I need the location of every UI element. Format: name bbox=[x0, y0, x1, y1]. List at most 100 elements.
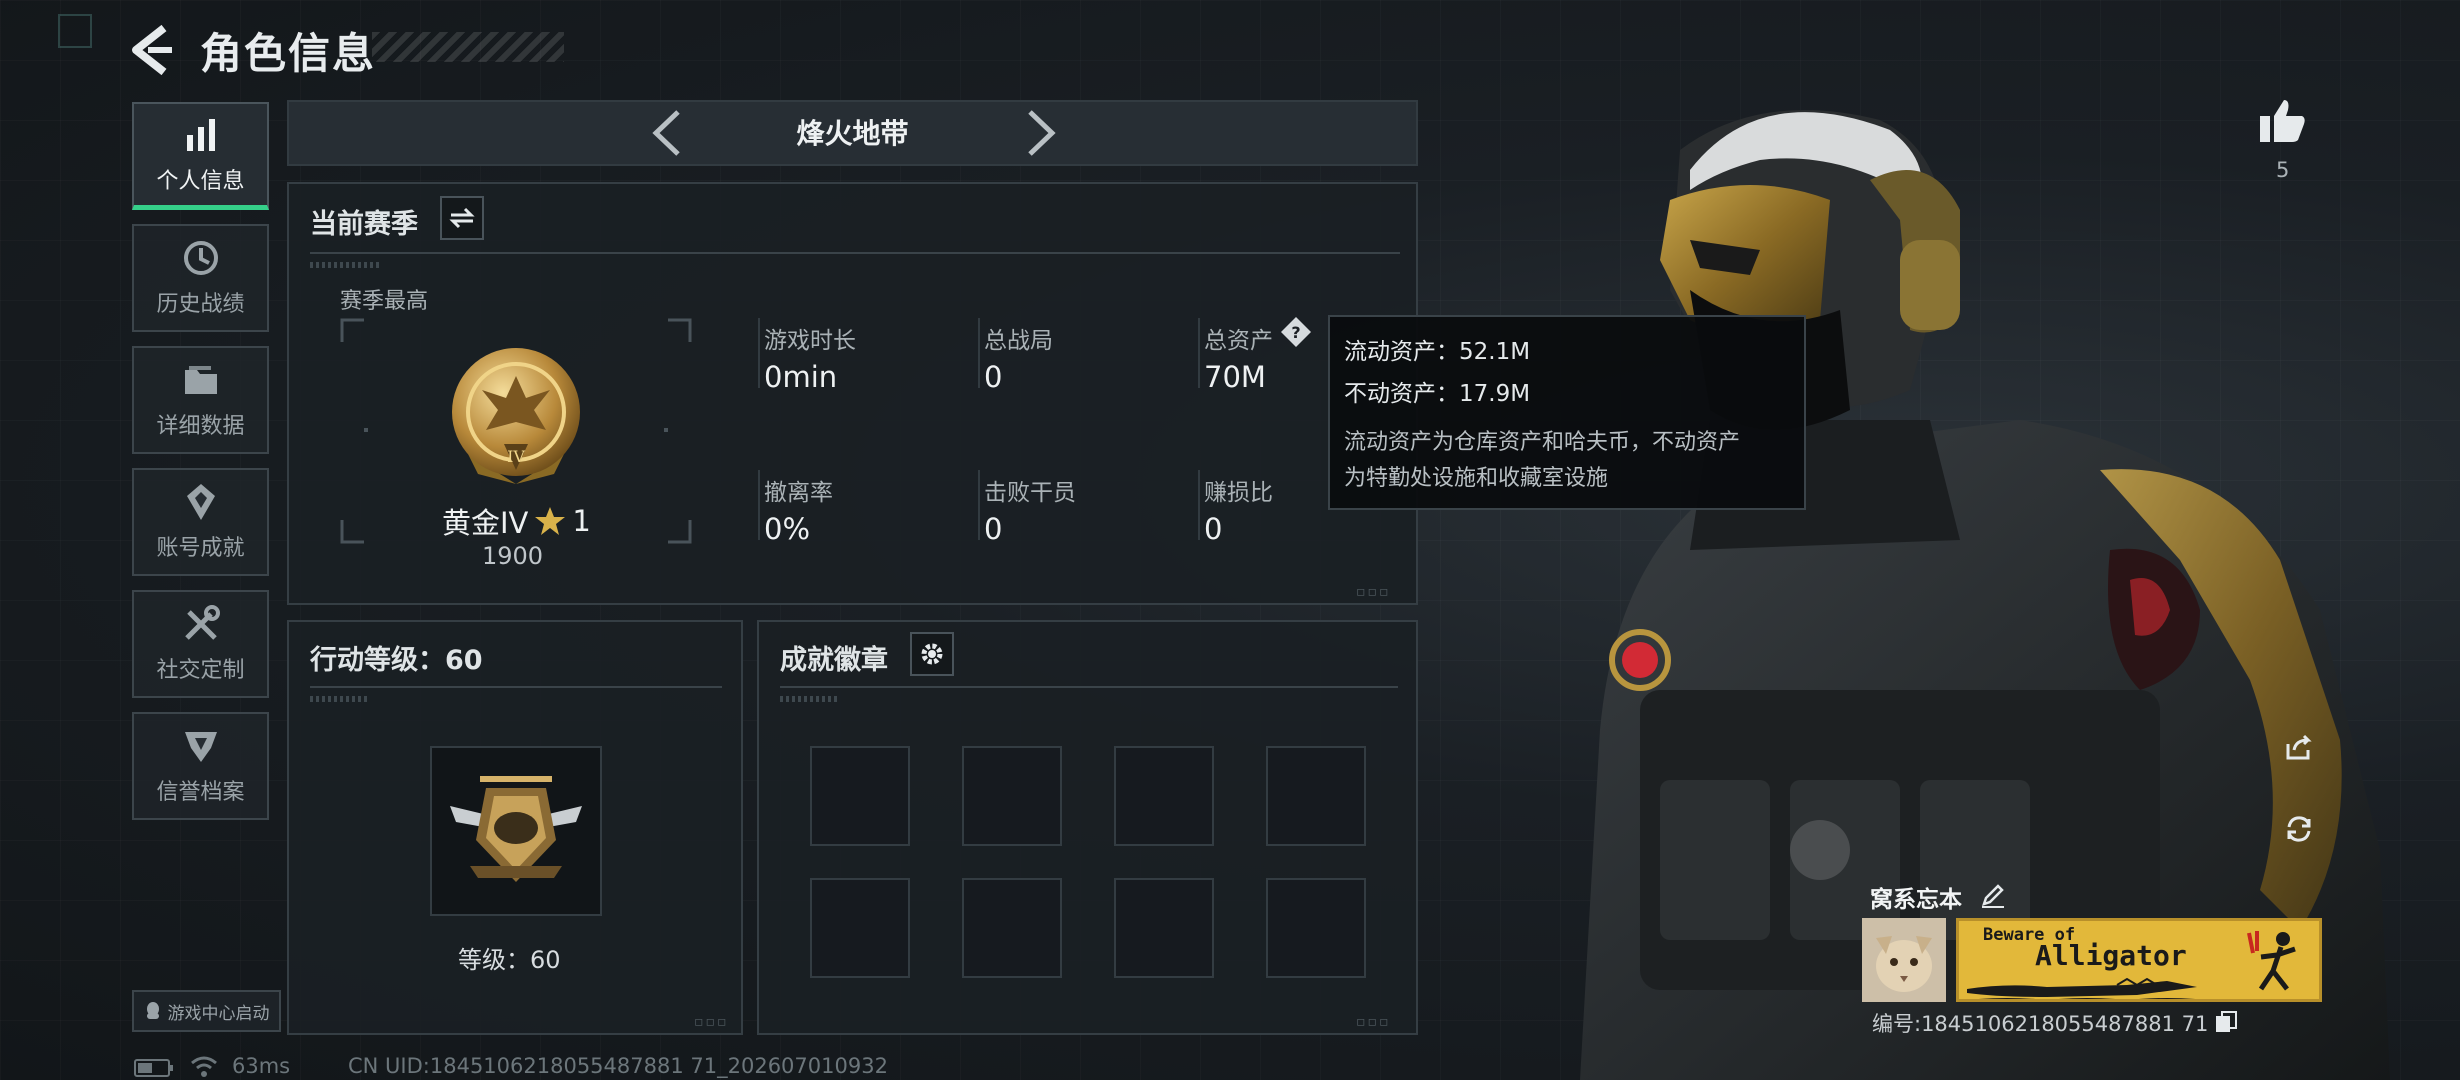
fixed-assets-text: 不动资产：17.9M bbox=[1344, 381, 1531, 407]
alligator-graphic bbox=[1967, 977, 2197, 999]
decoration-dots bbox=[310, 696, 370, 702]
decoration-dots bbox=[310, 262, 380, 268]
sidebar-item-personal-info[interactable]: 个人信息 bbox=[132, 102, 269, 210]
mode-title: 烽火地带 bbox=[796, 117, 909, 150]
battery-icon bbox=[134, 1059, 173, 1077]
uid-text: CN UID:1845106218055487881 71_2026070109… bbox=[348, 1054, 888, 1078]
corner-decoration bbox=[58, 14, 92, 48]
rank-name: 黄金IV bbox=[442, 506, 529, 540]
achievement-heading: 成就徽章 bbox=[780, 645, 888, 676]
achievement-settings-button[interactable] bbox=[910, 632, 954, 676]
rank-info: 黄金IV 1 bbox=[442, 500, 591, 542]
player-avatar[interactable] bbox=[1862, 918, 1946, 1002]
sidebar-item-social[interactable]: 社交定制 bbox=[132, 590, 269, 698]
star-icon bbox=[535, 507, 566, 535]
season-best-label: 赛季最高 bbox=[340, 289, 429, 314]
badge-slot[interactable] bbox=[1114, 878, 1214, 978]
game-center-label: 游戏中心启动 bbox=[167, 1003, 270, 1024]
season-switch-button[interactable] bbox=[440, 196, 484, 240]
badge-slot[interactable] bbox=[1266, 878, 1366, 978]
sidebar-item-label: 详细数据 bbox=[156, 414, 245, 439]
stat-label-total-assets: 总资产 bbox=[1204, 328, 1273, 354]
badge-slot[interactable] bbox=[810, 746, 910, 846]
prev-mode-arrow-icon[interactable] bbox=[648, 108, 688, 158]
stat-label-extraction-rate: 撤离率 bbox=[764, 480, 833, 506]
tools-icon bbox=[184, 605, 220, 640]
sidebar-item-label: 账号成就 bbox=[156, 536, 245, 561]
assets-help-button[interactable]: ? bbox=[1280, 316, 1312, 348]
sidebar-item-reputation[interactable]: 信誉档案 bbox=[132, 712, 269, 820]
panel-corner-mark: ▫▫▫ bbox=[1356, 584, 1391, 600]
divider bbox=[780, 686, 1398, 688]
title-decoration bbox=[372, 32, 564, 62]
panel-corner-mark: ▫▫▫ bbox=[1356, 1014, 1391, 1030]
sidebar-item-achievements[interactable]: 账号成就 bbox=[132, 468, 269, 576]
stat-label-operators-defeated: 击败干员 bbox=[984, 480, 1076, 506]
clock-icon bbox=[183, 241, 218, 275]
shield-icon bbox=[184, 732, 217, 762]
player-uid: 编号:1845106218055487881 71 bbox=[1872, 1012, 2209, 1036]
folder-icon bbox=[184, 366, 217, 394]
stat-divider bbox=[1198, 318, 1200, 388]
decoration-dots bbox=[780, 696, 840, 702]
badge-slot[interactable] bbox=[1266, 746, 1366, 846]
rank-score: 1900 bbox=[482, 542, 544, 570]
like-count: 5 bbox=[2276, 158, 2290, 182]
share-button[interactable] bbox=[2278, 726, 2320, 768]
edit-name-icon[interactable] bbox=[1980, 882, 2006, 908]
help-icon: ? bbox=[1281, 317, 1311, 347]
sidebar-item-detailed-data[interactable]: 详细数据 bbox=[132, 346, 269, 454]
level-label: 等级：60 bbox=[458, 946, 561, 974]
copy-icon[interactable] bbox=[2214, 1010, 2238, 1034]
stat-divider bbox=[978, 318, 980, 388]
stat-divider bbox=[978, 470, 980, 540]
liquid-assets-text: 流动资产：52.1M bbox=[1344, 339, 1531, 365]
wifi-icon bbox=[191, 1056, 217, 1077]
tooltip-desc-line: 为特勤处设施和收藏室设施 bbox=[1344, 466, 1609, 491]
stat-value-operators-defeated: 0 bbox=[984, 512, 1003, 546]
rank-stars: 1 bbox=[572, 504, 591, 538]
sidebar-item-label: 社交定制 bbox=[156, 658, 245, 683]
qq-icon bbox=[146, 1002, 159, 1019]
stat-value-playtime: 0min bbox=[764, 360, 838, 394]
player-name: 窝系忘本 bbox=[1870, 887, 1962, 913]
svg-text:?: ? bbox=[1291, 323, 1300, 342]
divider bbox=[310, 686, 722, 688]
gear-icon bbox=[921, 643, 943, 665]
gold-rank-badge-icon: IV bbox=[452, 348, 580, 484]
badge-slot[interactable] bbox=[962, 878, 1062, 978]
level-heading: 行动等级：60 bbox=[310, 645, 483, 676]
back-arrow-icon[interactable] bbox=[128, 22, 178, 78]
badge-slot[interactable] bbox=[810, 878, 910, 978]
stat-value-total-matches: 0 bbox=[984, 360, 1003, 394]
season-heading: 当前赛季 bbox=[310, 209, 418, 240]
sidebar-item-label: 信誉档案 bbox=[156, 780, 245, 805]
running-figure-graphic bbox=[2247, 931, 2296, 991]
stat-label-total-matches: 总战局 bbox=[984, 328, 1053, 354]
game-center-launch-button[interactable]: 游戏中心启动 bbox=[132, 990, 281, 1032]
tooltip-desc-line: 流动资产为仓库资产和哈夫币，不动资产 bbox=[1344, 430, 1741, 455]
stat-label-playtime: 游戏时长 bbox=[764, 328, 856, 354]
share-icon bbox=[2286, 734, 2312, 760]
sidebar-item-label: 历史战绩 bbox=[156, 292, 245, 317]
swap-icon bbox=[449, 207, 475, 229]
panel-corner-mark: ▫▫▫ bbox=[694, 1014, 729, 1030]
badge-slot[interactable] bbox=[1114, 746, 1214, 846]
stat-value-extraction-rate: 0% bbox=[764, 512, 811, 546]
svg-text:IV: IV bbox=[507, 447, 525, 466]
refresh-button[interactable] bbox=[2278, 808, 2320, 850]
bar-chart-icon bbox=[186, 118, 215, 151]
next-mode-arrow-icon[interactable] bbox=[1020, 108, 1060, 158]
stat-value-profit-loss-ratio: 0 bbox=[1204, 512, 1223, 546]
achievement-icon bbox=[186, 484, 215, 520]
thumbs-up-icon[interactable] bbox=[2258, 96, 2308, 146]
stat-divider bbox=[758, 470, 760, 540]
player-banner[interactable]: Beware of Alligator bbox=[1956, 918, 2322, 1002]
page-title: 角色信息 bbox=[200, 29, 377, 78]
sidebar-item-history[interactable]: 历史战绩 bbox=[132, 224, 269, 332]
sidebar-item-label: 个人信息 bbox=[156, 168, 245, 194]
badge-slot[interactable] bbox=[962, 746, 1062, 846]
stat-divider bbox=[1198, 470, 1200, 540]
assets-tooltip: 流动资产：52.1M 不动资产：17.9M 流动资产为仓库资产和哈夫币，不动资产… bbox=[1328, 315, 1806, 510]
banner-title: Alligator bbox=[2035, 939, 2187, 972]
